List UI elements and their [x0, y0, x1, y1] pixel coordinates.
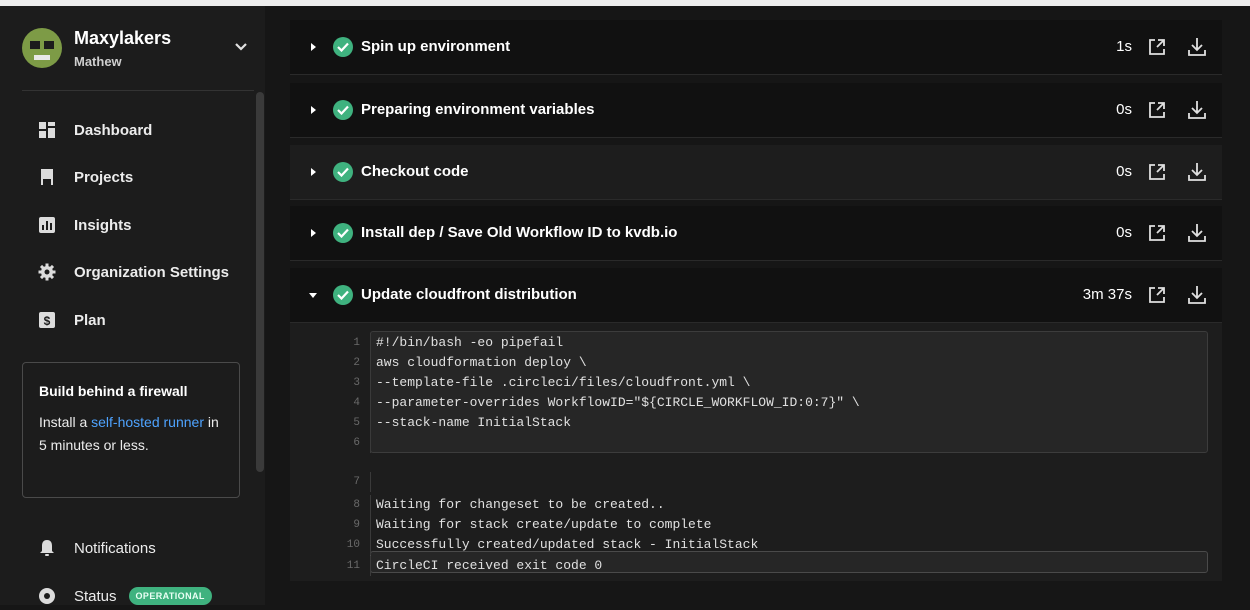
- line-number: 7: [353, 476, 360, 488]
- download-icon[interactable]: [1186, 36, 1208, 58]
- step-duration: 0s: [1116, 163, 1132, 180]
- line-text: CircleCI received exit code 0: [376, 558, 603, 573]
- line-number: 3: [353, 377, 360, 389]
- line-text: --template-file .circleci/files/cloudfro…: [376, 375, 751, 390]
- org-switcher[interactable]: Maxylakers Mathew: [22, 24, 252, 80]
- line-number: 11: [346, 560, 360, 572]
- job-steps-panel: Spin up environment 1s Preparing environ…: [265, 6, 1250, 605]
- sidebar-scrollbar[interactable]: [256, 92, 264, 472]
- download-icon[interactable]: [1186, 99, 1208, 121]
- download-icon[interactable]: [1186, 222, 1208, 244]
- promo-text: Install a: [39, 414, 92, 430]
- external-link-icon[interactable]: [1147, 285, 1167, 305]
- step-duration: 0s: [1116, 101, 1132, 118]
- sidebar-item-label: Notifications: [74, 539, 156, 557]
- sidebar-item-notifications[interactable]: Notifications: [38, 534, 156, 562]
- line-text: Waiting for stack create/update to compl…: [376, 517, 712, 532]
- org-name: Maxylakers: [74, 28, 172, 48]
- step-duration: 1s: [1116, 38, 1132, 55]
- check-circle-icon: [333, 37, 353, 57]
- line-text: #!/bin/bash -eo pipefail: [376, 335, 564, 350]
- step-name: Install dep / Save Old Workflow ID to kv…: [361, 224, 678, 241]
- step-name: Spin up environment: [361, 38, 511, 55]
- check-circle-icon: [333, 223, 353, 243]
- step-row[interactable]: Spin up environment 1s: [290, 20, 1222, 75]
- sidebar: Maxylakers Mathew Dashboard Projects Ins…: [0, 6, 265, 605]
- line-number: 6: [353, 437, 360, 449]
- step-name: Update cloudfront distribution: [361, 286, 577, 303]
- sidebar-item-plan[interactable]: $ Plan: [38, 306, 106, 334]
- step-row-expanded[interactable]: Update cloudfront distribution 3m 37s: [290, 268, 1222, 323]
- sidebar-item-projects[interactable]: Projects: [38, 163, 133, 191]
- line-number: 5: [353, 417, 360, 429]
- sidebar-item-label: Projects: [74, 168, 134, 186]
- line-text: --stack-name InitialStack: [376, 415, 572, 430]
- line-number: 1: [353, 337, 360, 349]
- line-number: 9: [353, 519, 360, 531]
- sidebar-item-label: Dashboard: [74, 121, 153, 139]
- step-name: Preparing environment variables: [361, 101, 595, 118]
- promo-body: Install a self-hosted runner in 5 minute…: [39, 411, 229, 457]
- sidebar-item-label: Insights: [74, 216, 132, 234]
- external-link-icon[interactable]: [1147, 100, 1167, 120]
- promo-title: Build behind a firewall: [39, 383, 188, 399]
- projects-icon: [38, 168, 56, 186]
- sidebar-item-dashboard[interactable]: Dashboard: [38, 116, 152, 144]
- line-number: 4: [353, 397, 360, 409]
- firewall-promo-card: Build behind a firewall Install a self-h…: [22, 362, 240, 498]
- sidebar-item-label: Plan: [74, 311, 106, 329]
- step-duration: 3m 37s: [1082, 286, 1132, 303]
- step-duration: 0s: [1116, 224, 1132, 241]
- sidebar-item-organization-settings[interactable]: Organization Settings: [38, 258, 229, 286]
- bell-icon: [38, 539, 56, 557]
- external-link-icon[interactable]: [1147, 162, 1167, 182]
- line-text: Waiting for changeset to be created..: [376, 497, 665, 512]
- download-icon[interactable]: [1186, 284, 1208, 306]
- line-text: aws cloudformation deploy \: [376, 355, 587, 370]
- line-number: 2: [353, 357, 360, 369]
- sidebar-item-status[interactable]: Status OPERATIONAL: [38, 582, 212, 610]
- caret-right-icon[interactable]: [308, 105, 318, 115]
- caret-right-icon[interactable]: [308, 42, 318, 52]
- step-name: Checkout code: [361, 163, 469, 180]
- insights-icon: [38, 216, 56, 234]
- status-badge: OPERATIONAL: [128, 587, 212, 605]
- external-link-icon[interactable]: [1147, 37, 1167, 57]
- chevron-down-icon[interactable]: [232, 38, 250, 56]
- check-circle-icon: [333, 100, 353, 120]
- download-icon[interactable]: [1186, 161, 1208, 183]
- step-log-output[interactable]: 1 #!/bin/bash -eo pipefail 2 aws cloudform…: [290, 323, 1222, 581]
- org-avatar: [22, 28, 62, 68]
- dollar-icon: $: [38, 311, 56, 329]
- step-row[interactable]: Checkout code 0s: [290, 145, 1222, 200]
- sidebar-divider: [22, 90, 254, 91]
- sidebar-item-label: Organization Settings: [74, 263, 230, 281]
- gear-icon: [38, 263, 56, 281]
- svg-text:$: $: [44, 314, 51, 328]
- step-row[interactable]: Install dep / Save Old Workflow ID to kv…: [290, 206, 1222, 261]
- line-number: 8: [353, 499, 360, 511]
- dashboard-icon: [38, 121, 56, 139]
- self-hosted-runner-link[interactable]: self-hosted runner: [91, 414, 204, 430]
- check-circle-icon: [333, 162, 353, 182]
- external-link-icon[interactable]: [1147, 223, 1167, 243]
- check-circle-icon: [333, 285, 353, 305]
- line-text: --parameter-overrides WorkflowID="${CIRC…: [376, 395, 860, 410]
- step-row[interactable]: Preparing environment variables 0s: [290, 83, 1222, 138]
- status-icon: [38, 587, 56, 605]
- sidebar-item-label: Status: [74, 587, 117, 605]
- sidebar-item-insights[interactable]: Insights: [38, 211, 132, 239]
- line-number: 10: [346, 539, 360, 551]
- line-text: Successfully created/updated stack - Ini…: [376, 537, 759, 552]
- caret-down-icon[interactable]: [308, 290, 318, 300]
- org-user: Mathew: [74, 54, 122, 69]
- caret-right-icon[interactable]: [308, 228, 318, 238]
- caret-right-icon[interactable]: [308, 167, 318, 177]
